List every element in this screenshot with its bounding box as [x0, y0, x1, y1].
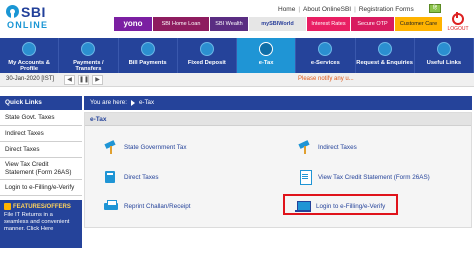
quick-links-sidebar: Quick Links State Govt. Taxes Indirect T… [0, 96, 82, 275]
tile-label: Direct Taxes [124, 173, 159, 181]
top-links: Home | About OnlineSBI | Registration Fo… [278, 5, 414, 14]
sbi-wealth-banner[interactable]: SBI Wealth [210, 17, 248, 31]
nav-label: My Accounts & Profile [8, 60, 50, 72]
secure-otp-banner[interactable]: Secure OTP [351, 17, 394, 31]
links-icon [436, 42, 451, 56]
offer-tag-icon [4, 203, 11, 210]
nav-payments[interactable]: Payments / Transfers [59, 38, 119, 73]
quick-link-state-govt-taxes[interactable]: State Govt. Taxes [0, 110, 82, 126]
ticker-prev-button[interactable]: ◀ [64, 75, 75, 85]
printer-icon [103, 199, 119, 213]
brand-name: SBI [21, 4, 46, 20]
logout-label: LOGOUT [447, 26, 469, 32]
home-loan-banner[interactable]: SBI Home Loan [153, 17, 209, 31]
highlight-box [283, 194, 398, 215]
features-offers-box[interactable]: FEATURES/OFFERS File IT Returns in a sea… [0, 200, 82, 248]
quick-link-login-efiling[interactable]: Login to e-Filling/e-Verify [0, 180, 82, 196]
nav-my-accounts[interactable]: My Accounts & Profile [0, 38, 60, 73]
bill-icon [140, 42, 155, 56]
deposit-icon [199, 42, 214, 56]
breadcrumb-current: e-Tax [138, 99, 155, 106]
nav-e-services[interactable]: e-Services [296, 38, 356, 73]
tile-state-government-tax[interactable]: State Government Tax [103, 139, 187, 155]
tile-label: Reprint Challan/Receipt [124, 202, 191, 210]
etax-icon [259, 42, 274, 56]
brand-sub: ONLINE [7, 20, 49, 30]
features-text[interactable]: File IT Returns in a seamless and conven… [4, 212, 78, 233]
breadcrumb: You are here: e-Tax [84, 96, 472, 110]
tile-label: Indirect Taxes [318, 143, 357, 151]
interest-rates-banner[interactable]: Interest Rates [307, 17, 350, 31]
nav-label: Fixed Deposit [187, 60, 226, 66]
nav-e-tax[interactable]: e-Tax [237, 38, 297, 73]
home-link[interactable]: Home [278, 6, 295, 13]
nav-label: e-Tax [258, 60, 274, 66]
quick-link-direct-taxes[interactable]: Direct Taxes [0, 142, 82, 158]
registration-forms-link[interactable]: Registration Forms [359, 6, 414, 13]
gavel-icon [103, 140, 119, 154]
sbiworld-banner[interactable]: mySBIWorld [249, 17, 306, 31]
nav-label: Useful Links [426, 60, 462, 66]
notice-ticker[interactable]: Please notify any u... [298, 76, 354, 82]
nav-bill-payments[interactable]: Bill Payments [119, 38, 178, 73]
nav-label: Bill Payments [128, 60, 167, 66]
panel-title: e-Tax [85, 113, 471, 126]
power-icon [452, 12, 464, 25]
gavel-icon [297, 140, 313, 154]
yono-banner[interactable]: yono [114, 17, 152, 31]
quick-links-title: Quick Links [0, 96, 82, 110]
nav-label: e-Services [310, 60, 340, 66]
top-header: SBI ONLINE Home | About OnlineSBI | Regi… [0, 0, 474, 38]
ticker-next-button[interactable]: ▶ [92, 75, 103, 85]
link-separator: | [354, 6, 356, 13]
breadcrumb-prefix: You are here: [90, 99, 127, 106]
features-title: FEATURES/OFFERS [13, 203, 71, 210]
ticker-pause-button[interactable]: ❚❚ [78, 75, 89, 85]
nav-label: Request & Enquiries [356, 60, 413, 66]
date-bar: 30-Jan-2020 [IST] ◀ ❚❚ ▶ Please notify a… [0, 73, 474, 87]
tile-reprint-challan[interactable]: Reprint Challan/Receipt [103, 198, 191, 214]
current-date: 30-Jan-2020 [IST] [6, 76, 55, 82]
about-link[interactable]: About OnlineSBI [303, 6, 351, 13]
sbi-logo[interactable]: SBI ONLINE [6, 4, 49, 32]
language-toggle[interactable]: हिं [429, 4, 441, 13]
features-header: FEATURES/OFFERS [4, 203, 78, 210]
nav-useful-links[interactable]: Useful Links [415, 38, 474, 73]
document-icon [297, 170, 313, 185]
tile-label: View Tax Credit Statement (Form 26AS) [318, 173, 430, 181]
main-nav: My Accounts & Profile Payments / Transfe… [0, 38, 474, 73]
logout-button[interactable]: LOGOUT [446, 12, 470, 32]
tile-direct-taxes[interactable]: Direct Taxes [103, 169, 159, 185]
request-icon [377, 42, 392, 56]
customer-care-banner[interactable]: Customer Care [395, 17, 442, 31]
quick-link-view-tax-credit[interactable]: View Tax Credit Statement (Form 26AS) [0, 158, 82, 180]
etax-panel: e-Tax State Government Tax Indirect Taxe… [84, 112, 472, 228]
tile-label: State Government Tax [124, 143, 187, 151]
calculator-icon [103, 170, 119, 184]
eservices-icon [318, 42, 333, 56]
link-separator: | [298, 6, 301, 13]
payments-icon [81, 42, 96, 56]
tile-indirect-taxes[interactable]: Indirect Taxes [297, 139, 357, 155]
nav-label: Payments / Transfers [73, 60, 104, 72]
nav-fixed-deposit[interactable]: Fixed Deposit [178, 38, 237, 73]
breadcrumb-arrow-icon [130, 100, 135, 106]
profile-icon [22, 42, 37, 56]
nav-request-enquiries[interactable]: Request & Enquiries [356, 38, 415, 73]
quick-link-indirect-taxes[interactable]: Indirect Taxes [0, 126, 82, 142]
tile-view-tax-credit[interactable]: View Tax Credit Statement (Form 26AS) [297, 169, 430, 185]
sbi-logo-mark-icon [6, 5, 19, 18]
